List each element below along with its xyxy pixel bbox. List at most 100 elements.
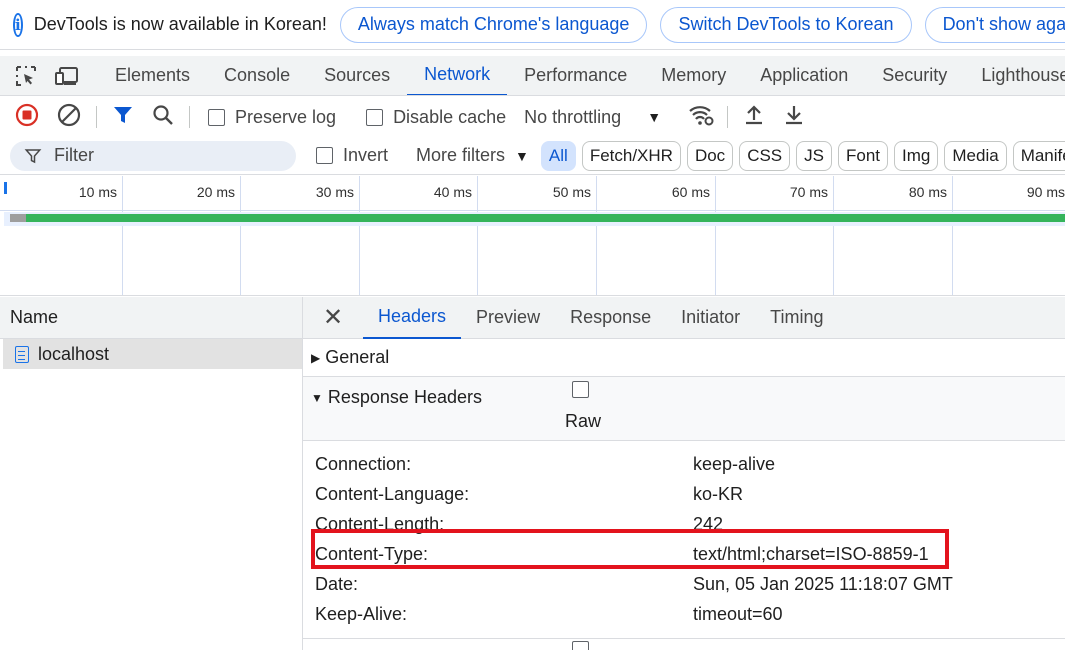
tab-network[interactable]: Network [407, 56, 508, 95]
timeline-gridline [596, 176, 597, 295]
timeline-divider [0, 210, 1065, 211]
expand-triangle-icon: ▶ [311, 350, 321, 365]
general-label: General [325, 347, 390, 367]
request-name: localhost [38, 343, 110, 364]
header-row-keep-alive: Keep-Alive: timeout=60 [303, 599, 1065, 629]
more-filters-dropdown[interactable]: More filters ▼ [416, 145, 529, 166]
general-section-header[interactable]: ▶ General [303, 339, 1065, 377]
timeline-tick-label: 40 ms [433, 184, 472, 200]
detail-tab-preview[interactable]: Preview [461, 297, 555, 339]
filter-chip-doc[interactable]: Doc [686, 140, 734, 171]
header-value: Sun, 05 Jan 2025 11:18:07 GMT [693, 573, 953, 594]
tab-security[interactable]: Security [865, 56, 964, 95]
timeline-tick-label: 80 ms [908, 184, 947, 200]
dont-show-again-button[interactable]: Don't show again [924, 6, 1065, 43]
header-value: text/html;charset=ISO-8859-1 [693, 543, 929, 564]
record-stop-icon[interactable] [14, 102, 40, 133]
device-toolbar-icon[interactable] [54, 63, 80, 89]
filter-chip-manifest[interactable]: Manifest [1012, 140, 1065, 171]
preserve-log-checkbox[interactable] [208, 108, 225, 126]
timeline-bar-download [26, 214, 1065, 222]
timeline-tick-label: 50 ms [552, 184, 591, 200]
toolbar-divider [96, 106, 97, 128]
timeline-tick-label: 60 ms [671, 184, 710, 200]
switch-to-korean-button[interactable]: Switch DevTools to Korean [660, 6, 912, 43]
invert-checkbox[interactable] [316, 147, 333, 164]
timeline-gridline [833, 176, 834, 295]
filter-chip-css[interactable]: CSS [739, 140, 791, 171]
detail-tab-response[interactable]: Response [555, 297, 666, 339]
header-value: timeout=60 [693, 603, 783, 624]
filter-chip-js[interactable]: JS [796, 140, 832, 171]
detail-tab-timing[interactable]: Timing [755, 297, 838, 339]
timeline-marker [4, 182, 7, 194]
network-conditions-icon[interactable] [687, 102, 715, 133]
detail-tab-headers[interactable]: Headers [363, 297, 462, 339]
raw-label: Raw [565, 411, 602, 431]
filter-funnel-icon[interactable] [111, 103, 135, 132]
timeline-gridline [477, 176, 478, 295]
header-name: Date: [315, 573, 359, 594]
timeline-bar-waiting [10, 214, 26, 222]
export-har-icon[interactable] [782, 103, 806, 132]
header-name: Content-Language: [315, 483, 470, 504]
filter-chip-img[interactable]: Img [894, 140, 939, 171]
timeline-gridline [952, 176, 953, 295]
preserve-log-label: Preserve log [235, 106, 337, 127]
info-icon: i [13, 12, 23, 37]
chevron-down-icon: ▼ [647, 109, 662, 125]
tab-lighthouse[interactable]: Lighthouse [964, 56, 1065, 95]
filter-chip-font[interactable]: Font [838, 140, 889, 171]
collapse-triangle-icon: ▼ [311, 390, 323, 405]
request-details-panel: ✕ Headers Preview Response Initiator Timing … [303, 297, 1065, 650]
request-row-localhost[interactable]: localhost [3, 339, 302, 369]
disable-cache-label: Disable cache [393, 106, 507, 127]
filter-chip-media[interactable]: Media [944, 140, 1007, 171]
tab-application[interactable]: Application [743, 56, 865, 95]
header-name: Content-Type: [315, 543, 429, 564]
timeline-gridline [240, 176, 241, 295]
timeline-tick-label: 70 ms [789, 184, 828, 200]
response-headers-section-header[interactable]: ▼ Response Headers Raw [303, 377, 1065, 441]
response-headers-list: Connection: keep-alive Content-Language: ko… [303, 441, 1065, 629]
timeline-tick-label: 90 ms [1026, 184, 1065, 200]
more-filters-label: More filters [416, 145, 506, 165]
throttling-select[interactable]: No throttling ▼ [524, 107, 661, 128]
disable-cache-checkbox[interactable] [366, 108, 384, 126]
section-divider [303, 638, 1065, 639]
raw-checkbox-request-headers[interactable] [572, 641, 589, 650]
close-icon[interactable]: ✕ [303, 297, 363, 339]
toolbar-divider [189, 106, 190, 128]
tab-console[interactable]: Console [207, 56, 307, 95]
detail-tab-initiator[interactable]: Initiator [666, 297, 755, 339]
header-row-date: Date: Sun, 05 Jan 2025 11:18:07 GMT [303, 569, 1065, 599]
clear-icon[interactable] [56, 102, 82, 133]
language-infobar: i DevTools is now available in Korean! A… [0, 0, 1065, 50]
throttling-value: No throttling [524, 106, 622, 127]
invert-label: Invert [343, 145, 389, 165]
timeline-tick-label: 10 ms [78, 184, 117, 200]
inspect-element-icon[interactable] [14, 63, 38, 89]
timeline-overview[interactable]: 10 ms 20 ms 30 ms 40 ms 50 ms 60 ms 70 ms 80 ms… [0, 176, 1065, 296]
raw-checkbox[interactable] [572, 381, 589, 398]
timeline-gridline [359, 176, 360, 295]
import-har-icon[interactable] [742, 103, 766, 132]
document-icon [15, 345, 29, 363]
tab-sources[interactable]: Sources [307, 56, 407, 95]
header-name: Content-Length: [315, 513, 445, 534]
tab-memory[interactable]: Memory [644, 56, 743, 95]
filter-funnel-icon [24, 148, 42, 163]
filter-chip-all[interactable]: All [540, 140, 576, 171]
detail-tab-bar: ✕ Headers Preview Response Initiator Timing [303, 297, 1065, 339]
always-match-language-button[interactable]: Always match Chrome's language [339, 6, 648, 43]
filter-chip-fetch-xhr[interactable]: Fetch/XHR [581, 140, 681, 171]
name-column-header[interactable]: Name [0, 297, 302, 339]
search-icon[interactable] [151, 103, 175, 132]
filter-input[interactable]: Filter [10, 140, 296, 171]
tab-performance[interactable]: Performance [507, 56, 644, 95]
tab-elements[interactable]: Elements [98, 56, 207, 95]
main-tab-bar: Elements Console Sources Network Performance… [0, 56, 1065, 96]
header-row-connection: Connection: keep-alive [303, 449, 1065, 479]
network-toolbar: Preserve log Disable cache No throttling… [0, 97, 1065, 137]
header-row-content-language: Content-Language: ko-KR [303, 479, 1065, 509]
